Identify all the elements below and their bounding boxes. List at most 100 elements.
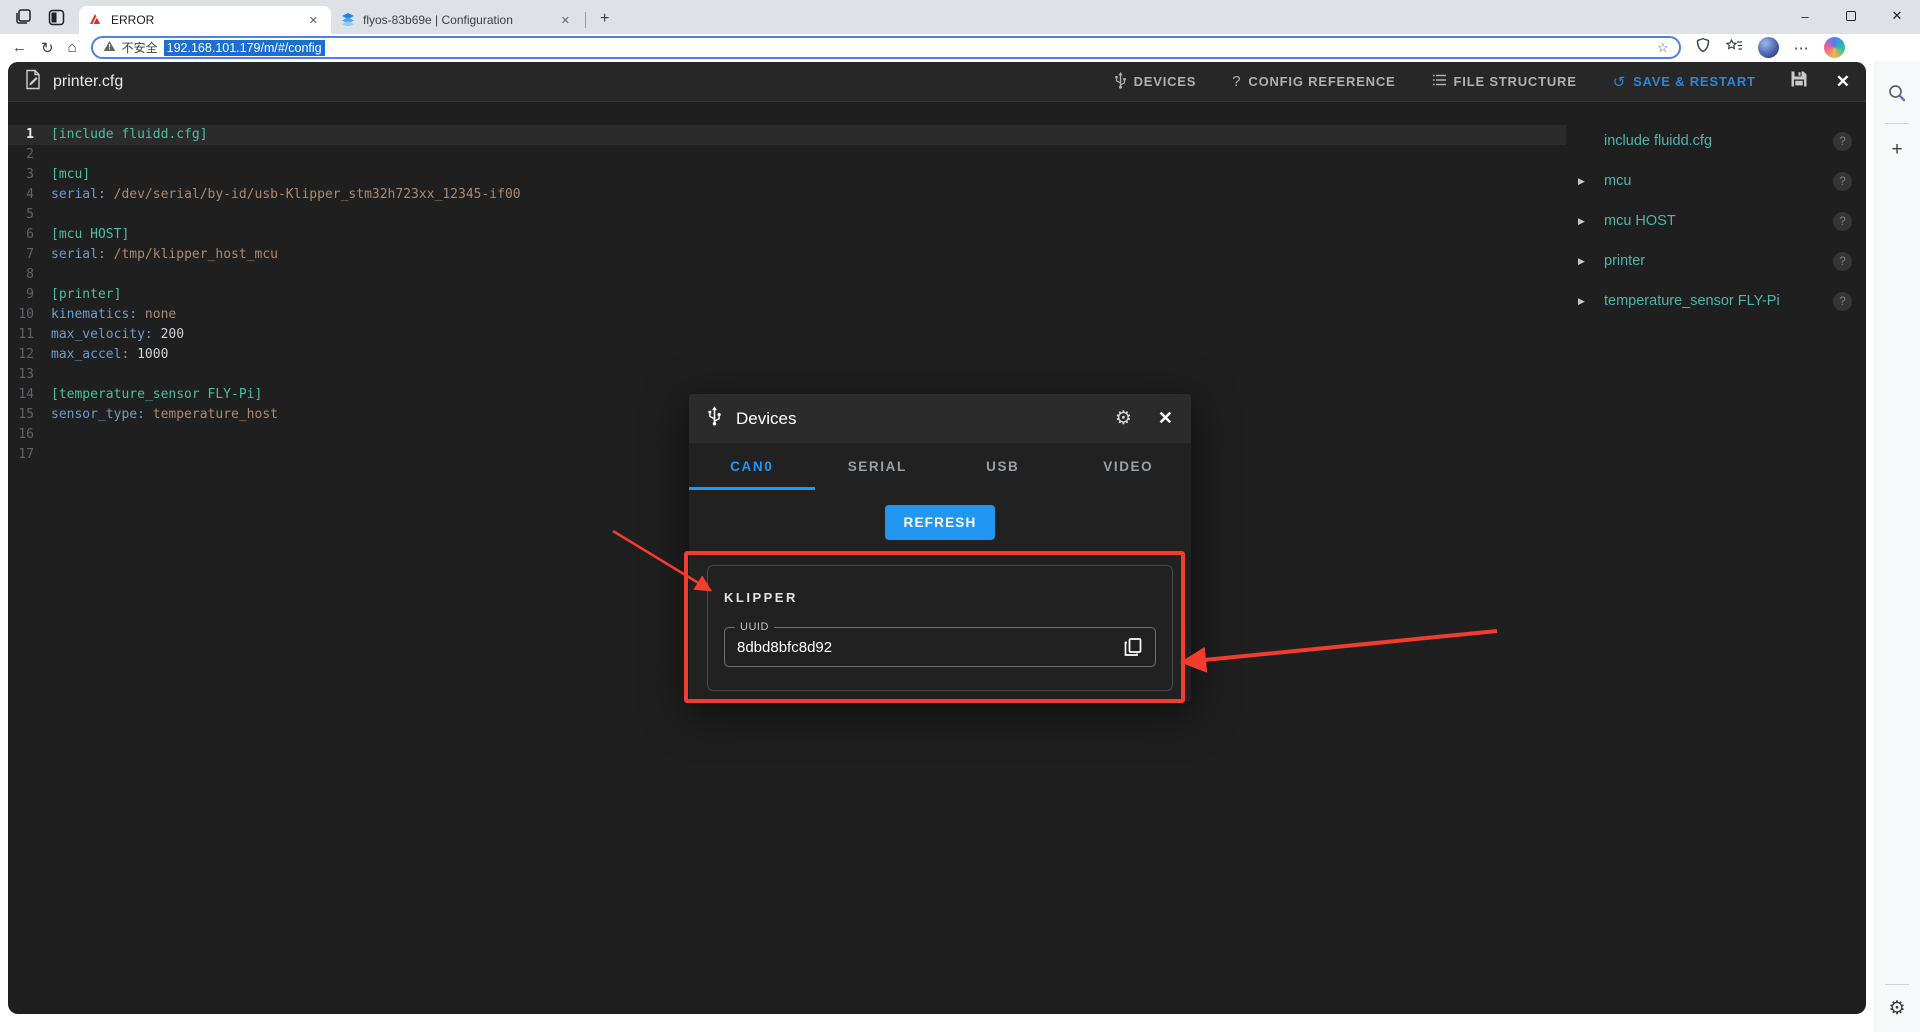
devices-close-icon[interactable]: ✕ <box>1158 408 1173 429</box>
tab-close-icon[interactable]: ✕ <box>306 14 321 27</box>
tree-item-printer[interactable]: ▶ printer ? <box>1566 241 1866 281</box>
tree-item-label: mcu <box>1604 173 1632 189</box>
favorites-icon[interactable] <box>1725 38 1743 58</box>
code-line[interactable]: 4 serial: /dev/serial/by-id/usb-Klipper_s… <box>8 185 1566 205</box>
code-line[interactable]: 13 <box>8 365 1566 385</box>
line-content <box>34 145 51 165</box>
help-icon: ? <box>1232 73 1242 90</box>
url-text[interactable]: 192.168.101.179/m/#/config <box>163 39 325 56</box>
line-number: 16 <box>18 427 34 442</box>
save-icon[interactable] <box>1790 70 1808 93</box>
browser-tab-flyos[interactable]: flyos-83b69e | Configuration ✕ <box>331 6 583 34</box>
tab-actions-icon[interactable] <box>48 9 65 26</box>
error-tab-favicon <box>89 12 103 29</box>
favorite-star-icon[interactable]: ☆ <box>1657 40 1669 56</box>
code-line[interactable]: 7 serial: /tmp/klipper_host_mcu <box>8 245 1566 265</box>
workspaces-icon[interactable] <box>14 8 32 26</box>
code-line[interactable]: 3 [mcu] <box>8 165 1566 185</box>
tab-usb[interactable]: USB <box>940 443 1066 490</box>
sidebar-search-icon[interactable] <box>1887 83 1907 108</box>
file-structure-label: FILE STRUCTURE <box>1453 74 1577 89</box>
code-line[interactable]: 9 [printer] <box>8 285 1566 305</box>
line-content: [temperature_sensor FLY-Pi] <box>51 387 263 402</box>
line-content: serial: /dev/serial/by-id/usb-Klipper_st… <box>51 187 521 202</box>
tree-item-mcu[interactable]: ▶ mcu ? <box>1566 161 1866 201</box>
help-circle-icon[interactable]: ? <box>1833 131 1852 151</box>
editor-close-button[interactable]: ✕ <box>1836 72 1850 92</box>
line-number: 6 <box>26 227 34 242</box>
code-line[interactable]: 6 [mcu HOST] <box>8 225 1566 245</box>
chevron-right-icon[interactable]: ▶ <box>1578 256 1596 267</box>
tab-title: ERROR <box>111 13 155 27</box>
device-card: KLIPPER UUID 8dbd8bfc8d92 <box>707 565 1173 691</box>
line-number: 12 <box>18 347 34 362</box>
editor-header: printer.cfg DEVICES ? CONFIG REFERENCE F… <box>8 62 1866 102</box>
tree-item-label: temperature_sensor FLY-Pi <box>1604 293 1780 309</box>
tree-item-include-fluidd[interactable]: include fluidd.cfg ? <box>1566 121 1866 161</box>
copy-uuid-button[interactable] <box>1123 637 1143 657</box>
help-circle-icon[interactable]: ? <box>1833 251 1852 271</box>
code-line[interactable]: 5 <box>8 205 1566 225</box>
line-content: [mcu] <box>51 167 91 182</box>
browser-tab-error[interactable]: ERROR ✕ <box>79 6 331 34</box>
code-line[interactable]: 10 kinematics: none <box>8 305 1566 325</box>
list-icon <box>1432 74 1447 89</box>
chevron-right-icon[interactable]: ▶ <box>1578 176 1596 187</box>
config-reference-button[interactable]: ? CONFIG REFERENCE <box>1232 73 1395 90</box>
tab-video[interactable]: VIDEO <box>1066 443 1192 490</box>
copilot-icon[interactable] <box>1823 37 1845 58</box>
line-content: sensor_type: temperature_host <box>51 407 278 422</box>
file-structure-button[interactable]: FILE STRUCTURE <box>1432 74 1577 89</box>
help-circle-icon[interactable]: ? <box>1833 211 1852 231</box>
line-content: [printer] <box>51 287 122 302</box>
restart-icon: ↺ <box>1612 73 1627 91</box>
refresh-icon[interactable]: ↻ <box>41 39 54 57</box>
window-close-button[interactable]: ✕ <box>1874 0 1920 32</box>
devices-tabs: CAN0 SERIAL USB VIDEO <box>689 443 1191 490</box>
file-edit-icon <box>24 69 43 95</box>
code-line[interactable]: 1 [include fluidd.cfg] <box>8 125 1566 145</box>
tab-title: flyos-83b69e | Configuration <box>363 13 513 27</box>
devices-button-label: DEVICES <box>1133 74 1197 89</box>
help-circle-icon[interactable]: ? <box>1833 171 1852 191</box>
tab-serial[interactable]: SERIAL <box>815 443 941 490</box>
help-circle-icon[interactable]: ? <box>1833 291 1852 311</box>
line-number: 17 <box>18 447 34 462</box>
refresh-button[interactable]: REFRESH <box>884 505 996 540</box>
tab-close-icon[interactable]: ✕ <box>558 14 573 27</box>
tree-item-temperature-sensor[interactable]: ▶ temperature_sensor FLY-Pi ? <box>1566 281 1866 321</box>
settings-menu-icon[interactable]: ⋯ <box>1794 39 1809 57</box>
window-minimize-button[interactable]: – <box>1782 0 1828 32</box>
window-restore-button[interactable] <box>1828 0 1874 32</box>
tab-can0[interactable]: CAN0 <box>689 443 815 490</box>
back-icon[interactable]: ← <box>12 39 27 56</box>
profile-avatar[interactable] <box>1757 37 1779 58</box>
chevron-right-icon[interactable]: ▶ <box>1578 216 1596 227</box>
address-bar[interactable]: 不安全 192.168.101.179/m/#/config ☆ <box>90 36 1681 59</box>
tree-item-mcu-host[interactable]: ▶ mcu HOST ? <box>1566 201 1866 241</box>
sidebar-add-icon[interactable]: + <box>1891 139 1902 161</box>
chevron-right-icon[interactable]: ▶ <box>1578 296 1596 307</box>
uuid-field-label: UUID <box>735 621 774 633</box>
devices-button[interactable]: DEVICES <box>1114 71 1197 92</box>
code-line[interactable]: 11 max_velocity: 200 <box>8 325 1566 345</box>
new-tab-button[interactable]: + <box>590 10 619 28</box>
code-line[interactable]: 12 max_accel: 1000 <box>8 345 1566 365</box>
devices-settings-icon[interactable]: ⚙ <box>1115 407 1132 430</box>
uuid-field[interactable]: UUID 8dbd8bfc8d92 <box>724 621 1156 667</box>
line-content <box>34 265 51 285</box>
home-icon[interactable]: ⌂ <box>68 39 77 56</box>
sidebar-settings-icon[interactable]: ⚙ <box>1888 997 1905 1020</box>
strip-divider <box>1885 123 1909 124</box>
line-content <box>34 445 51 465</box>
usb-icon <box>707 406 722 431</box>
browser-essentials-icon[interactable] <box>1695 37 1711 58</box>
line-content: [include fluidd.cfg] <box>51 127 208 142</box>
tab-separator <box>585 12 586 28</box>
code-line[interactable]: 2 <box>8 145 1566 165</box>
line-number: 1 <box>26 127 34 142</box>
security-label[interactable]: 不安全 <box>122 39 158 56</box>
line-number: 2 <box>26 147 34 162</box>
code-line[interactable]: 8 <box>8 265 1566 285</box>
save-restart-button[interactable]: ↺ SAVE & RESTART <box>1613 73 1756 91</box>
